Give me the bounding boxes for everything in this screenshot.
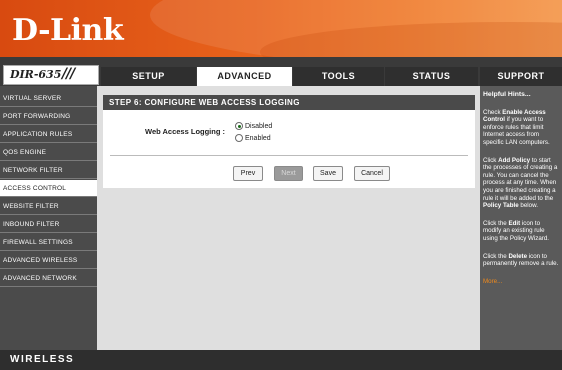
cancel-button[interactable]: Cancel xyxy=(354,166,390,181)
panel-title: STEP 6: CONFIGURE WEB ACCESS LOGGING xyxy=(103,95,475,110)
dlink-logo: D-Link xyxy=(12,13,124,48)
panel-divider xyxy=(110,155,468,156)
tab-setup[interactable]: SETUP xyxy=(101,67,196,86)
radio-enabled-label: Enabled xyxy=(245,134,271,142)
save-button[interactable]: Save xyxy=(313,166,343,181)
sidebar-item-virtual-server[interactable]: VIRTUAL SERVER xyxy=(0,90,97,107)
sidebar-item-firewall-settings[interactable]: FIREWALL SETTINGS xyxy=(0,234,97,251)
model-slashes: /// xyxy=(62,66,75,82)
web-access-logging-label: Web Access Logging : xyxy=(145,127,226,136)
hint-add-policy: Click Add Policy to start the processes … xyxy=(483,157,559,210)
hint-text: Check xyxy=(483,108,503,116)
hint-text: to start the processes of creating a rul… xyxy=(483,156,558,202)
hint-text: Click the xyxy=(483,252,509,260)
sidebar-item-network-filter[interactable]: NETWORK FILTER xyxy=(0,162,97,179)
hints-more-link[interactable]: More... xyxy=(483,278,559,286)
tab-tools[interactable]: TOOLS xyxy=(293,67,384,86)
radio-disabled-label: Disabled xyxy=(245,122,273,130)
radio-enabled[interactable] xyxy=(235,134,243,142)
sidebar: VIRTUAL SERVER PORT FORWARDING APPLICATI… xyxy=(0,86,97,350)
footer-wireless: WIRELESS xyxy=(0,350,562,370)
sidebar-item-application-rules[interactable]: APPLICATION RULES xyxy=(0,126,97,143)
hint-bold: Add Policy xyxy=(498,156,531,164)
tab-advanced[interactable]: ADVANCED xyxy=(197,67,292,86)
hint-enable-access-control: Check Enable Access Control if you want … xyxy=(483,109,559,147)
radio-disabled[interactable] xyxy=(235,122,243,130)
tab-status[interactable]: STATUS xyxy=(385,67,478,86)
sidebar-item-website-filter[interactable]: WEBSITE FILTER xyxy=(0,198,97,215)
model-name: DIR-635 xyxy=(10,68,62,81)
prev-button[interactable]: Prev xyxy=(233,166,263,181)
hints-title: Helpful Hints... xyxy=(483,91,531,98)
sidebar-item-port-forwarding[interactable]: PORT FORWARDING xyxy=(0,108,97,125)
radio-disabled-option[interactable]: Disabled xyxy=(235,121,272,131)
hint-bold: Delete xyxy=(508,252,528,260)
hint-delete: Click the Delete icon to permanently rem… xyxy=(483,253,559,268)
radio-enabled-option[interactable]: Enabled xyxy=(235,133,271,143)
sidebar-item-advanced-network[interactable]: ADVANCED NETWORK xyxy=(0,270,97,287)
tab-support[interactable]: SUPPORT xyxy=(480,67,562,86)
sidebar-item-advanced-wireless[interactable]: ADVANCED WIRELESS xyxy=(0,252,97,269)
hint-bold: Policy Table xyxy=(483,202,519,210)
model-badge: DIR-635 /// xyxy=(3,65,99,85)
hint-text: Click the xyxy=(483,219,509,227)
helpful-hints: Helpful Hints... Check Enable Access Con… xyxy=(480,86,562,350)
sidebar-item-qos-engine[interactable]: QOS ENGINE xyxy=(0,144,97,161)
hint-text: Click xyxy=(483,156,499,164)
next-button: Next xyxy=(274,166,303,181)
sidebar-item-access-control[interactable]: ACCESS CONTROL xyxy=(0,180,97,197)
hint-bold: Edit xyxy=(508,219,521,227)
hint-edit: Click the Edit icon to modify an existin… xyxy=(483,220,559,243)
hint-text: below. xyxy=(518,202,538,210)
header-banner: D-Link xyxy=(0,0,562,57)
sidebar-item-inbound-filter[interactable]: INBOUND FILTER xyxy=(0,216,97,233)
